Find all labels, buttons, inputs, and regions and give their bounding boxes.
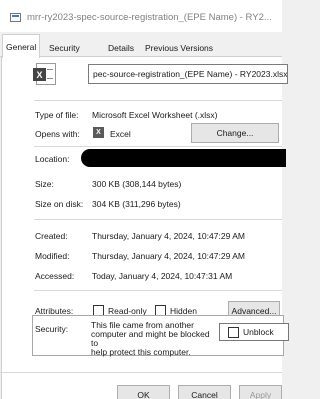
created-label: Created: <box>35 231 68 241</box>
size-value: 300 KB (308,144 bytes) <box>92 179 182 189</box>
tab-security[interactable]: Security <box>45 37 84 57</box>
tab-strip: General Security Details Previous Versio… <box>0 32 282 58</box>
apply-button[interactable]: Apply <box>239 385 282 399</box>
size-on-disk-value: 304 KB (311,296 bytes) <box>92 199 181 209</box>
tab-general[interactable]: General <box>2 34 41 58</box>
tab-previous-versions[interactable]: Previous Versions <box>141 37 217 57</box>
accessed-value: Today, January 4, 2024, 10:47:31 AM <box>92 271 233 281</box>
type-of-file-value: Microsoft Excel Worksheet (.xlsx) <box>92 110 218 120</box>
redacted-location <box>81 149 286 167</box>
cancel-button[interactable]: Cancel <box>178 385 231 399</box>
window-icon <box>10 13 21 22</box>
footer-divider <box>0 372 282 373</box>
security-message: This file came from another computer and… <box>91 321 219 357</box>
security-label: Security: <box>35 324 69 334</box>
change-button[interactable]: Change... <box>191 123 279 143</box>
modified-label: Modified: <box>35 251 70 261</box>
security-message-line: computer and might be blocked to <box>91 329 210 348</box>
divider <box>34 146 282 147</box>
size-label: Size: <box>35 179 54 189</box>
title-bar: mrr-ry2023-spec-source-registration_(EPE… <box>0 0 282 32</box>
accessed-label: Accessed: <box>35 271 75 281</box>
readonly-label: Read-only <box>108 305 147 316</box>
unblock-label: Unblock <box>243 327 274 337</box>
modified-value: Thursday, January 4, 2024, 10:47:29 AM <box>92 251 245 261</box>
location-label: Location: <box>35 154 70 164</box>
opens-with-value: Excel <box>110 129 131 139</box>
excel-file-icon: X <box>33 63 56 85</box>
unblock-checkbox-box[interactable] <box>228 326 239 338</box>
size-on-disk-label: Size on disk: <box>35 199 84 209</box>
type-of-file-label: Type of file: <box>35 110 79 120</box>
security-message-line: help protect this computer. <box>91 347 191 357</box>
divider <box>34 219 282 220</box>
file-name-field[interactable]: pec-source-registration_(EPE Name) - RY2… <box>88 64 288 84</box>
excel-app-icon: X <box>93 127 104 138</box>
hidden-label: Hidden <box>170 305 197 316</box>
divider <box>34 100 282 101</box>
divider <box>34 290 282 291</box>
tab-details[interactable]: Details <box>104 37 138 57</box>
unblock-checkbox[interactable]: Unblock <box>219 323 289 341</box>
window-title: mrr-ry2023-spec-source-registration_(EPE… <box>27 12 272 23</box>
ok-button[interactable]: OK <box>117 385 170 399</box>
opens-with-label: Opens with: <box>35 129 80 139</box>
created-value: Thursday, January 4, 2024, 10:47:29 AM <box>92 231 245 241</box>
